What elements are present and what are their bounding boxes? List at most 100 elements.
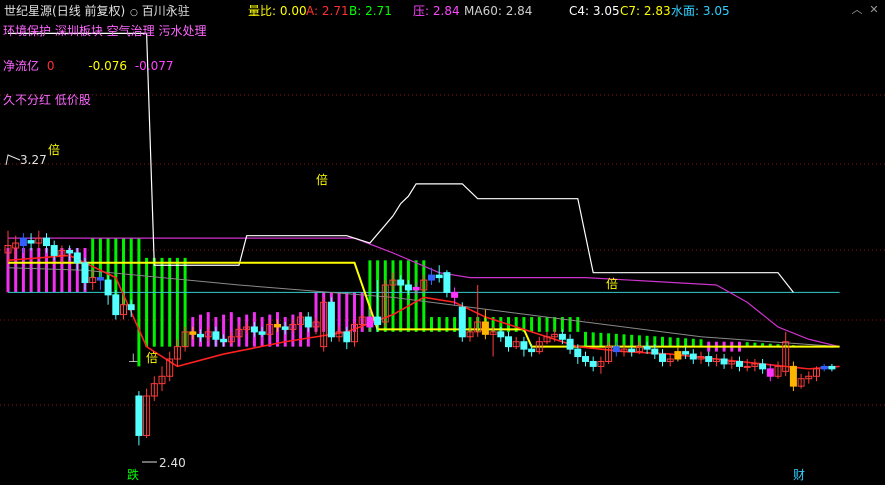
candle-body bbox=[343, 331, 351, 343]
histogram-bar bbox=[545, 317, 549, 332]
die-marker: 跌 bbox=[127, 468, 140, 482]
candle-body bbox=[304, 316, 312, 328]
candle-body bbox=[197, 333, 204, 338]
candle-body bbox=[558, 333, 566, 340]
b-label: B: bbox=[349, 4, 362, 18]
histogram-bar bbox=[684, 338, 688, 347]
c7-value: 2.83 bbox=[643, 4, 671, 18]
water-value: 3.05 bbox=[702, 4, 730, 18]
candle-body bbox=[720, 358, 728, 365]
candle-body bbox=[451, 291, 459, 298]
candle-body bbox=[520, 341, 528, 350]
candle-body bbox=[397, 279, 405, 286]
histogram-bar bbox=[345, 292, 349, 332]
candle-body bbox=[258, 331, 266, 335]
candle-body bbox=[628, 348, 636, 353]
histogram-bar bbox=[699, 339, 703, 347]
c7-group: C7: 2.83 bbox=[620, 2, 671, 20]
a-value: 2.71 bbox=[321, 4, 349, 18]
stock-marker-icon: ○ bbox=[130, 8, 138, 18]
candle-body bbox=[127, 304, 135, 311]
histogram-bar bbox=[537, 317, 541, 332]
ma60-group: MA60: 2.84 bbox=[464, 2, 532, 20]
water-level-group: 水面: 3.05 bbox=[671, 2, 730, 20]
candle-body bbox=[582, 356, 589, 362]
candle-body bbox=[327, 301, 335, 338]
candle-body bbox=[705, 356, 713, 362]
ma60-value: 2.84 bbox=[505, 4, 533, 18]
histogram-bar bbox=[406, 260, 410, 332]
high-price-label: 3.27 bbox=[20, 153, 47, 167]
a-label: A: bbox=[306, 4, 319, 18]
net-flow: 净流亿 0 -0.076 -0.077 bbox=[3, 57, 174, 74]
histogram-bar bbox=[568, 317, 572, 332]
volume-ratio: 量比: 0.00 bbox=[248, 2, 307, 20]
candle-body bbox=[135, 395, 143, 436]
candle-body bbox=[443, 272, 451, 293]
minimize-icon[interactable]: ︿ bbox=[851, 4, 863, 16]
histogram-bar bbox=[37, 248, 41, 293]
histogram-bar bbox=[21, 248, 25, 293]
water-label: 水面: bbox=[671, 4, 700, 18]
candle-body bbox=[497, 331, 505, 338]
pressure-label: 压: bbox=[413, 4, 430, 18]
histogram-bar bbox=[691, 338, 695, 347]
histogram-bar bbox=[137, 238, 141, 367]
c4-label: C4: bbox=[569, 4, 590, 18]
candle-body bbox=[651, 348, 659, 355]
candle-body bbox=[366, 316, 374, 328]
candle-body bbox=[689, 353, 697, 360]
concept-tags: 环境保护 深圳板块 空气治理 污水处理 bbox=[3, 24, 207, 38]
b-value-group: B: 2.71 bbox=[349, 2, 392, 20]
candle-body bbox=[19, 237, 27, 247]
histogram-bar bbox=[591, 332, 595, 347]
bei-marker-4: 倍 bbox=[606, 277, 619, 291]
histogram-bar bbox=[576, 317, 580, 332]
histogram-bar bbox=[175, 257, 179, 347]
pressure-value: 2.84 bbox=[432, 4, 460, 18]
candle-body bbox=[743, 365, 751, 368]
candle-body bbox=[112, 294, 120, 316]
candle-body bbox=[274, 323, 281, 328]
candle-body bbox=[766, 368, 774, 377]
histogram-bar bbox=[337, 292, 341, 332]
candle-body bbox=[574, 348, 582, 358]
candle-body bbox=[27, 240, 35, 244]
histogram-bar bbox=[160, 257, 164, 347]
net-flow-label: 净流亿 bbox=[3, 59, 40, 73]
histogram-bar bbox=[129, 238, 133, 310]
histogram-bar bbox=[414, 260, 418, 332]
candle-body bbox=[789, 365, 797, 387]
stock-name-group: ○ 百川永驻 bbox=[130, 2, 190, 20]
histogram-bar bbox=[584, 331, 587, 347]
candle-body bbox=[820, 365, 828, 370]
histogram-bar bbox=[145, 257, 149, 347]
candle-body bbox=[458, 306, 466, 338]
candle-body bbox=[612, 346, 620, 353]
candle-body bbox=[643, 346, 651, 350]
c7-label: C7: bbox=[620, 4, 641, 18]
histogram-bar bbox=[391, 260, 395, 332]
candle-body bbox=[66, 249, 74, 254]
candle-body bbox=[435, 274, 443, 279]
histogram-bar bbox=[45, 248, 48, 293]
candle-body bbox=[220, 338, 228, 343]
candle-body bbox=[104, 279, 112, 296]
histogram-bar bbox=[152, 257, 156, 347]
histogram-bar bbox=[661, 336, 664, 347]
net-flow-value-1: 0 bbox=[46, 59, 55, 73]
bei-marker-3: 倍 bbox=[316, 173, 329, 187]
up-marker: ⊥ bbox=[128, 351, 139, 365]
candle-body bbox=[759, 363, 767, 370]
ma60-label: MA60: bbox=[464, 4, 502, 18]
candle-body bbox=[96, 277, 104, 281]
stock-name: 百川永驻 bbox=[141, 4, 190, 18]
b-value: 2.71 bbox=[365, 4, 392, 18]
histogram-bar bbox=[530, 317, 534, 332]
a-value-group: A: 2.71 bbox=[306, 2, 349, 20]
volume-ratio-label: 量比: bbox=[248, 4, 277, 18]
histogram-bar bbox=[676, 337, 680, 347]
candle-body bbox=[674, 351, 682, 360]
candle-body bbox=[481, 321, 489, 335]
close-icon[interactable]: ✕ bbox=[868, 4, 880, 16]
